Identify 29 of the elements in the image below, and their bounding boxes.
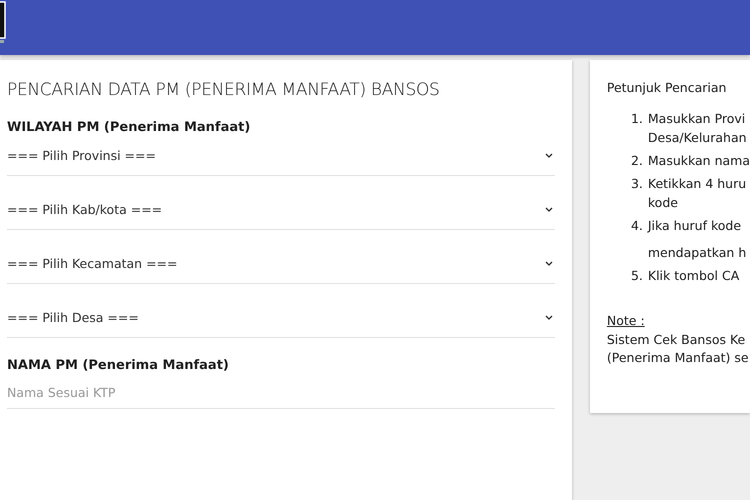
region-select[interactable]: === Pilih Kecamatan === (7, 243, 555, 284)
step-text: Masukkan Provi (648, 111, 746, 126)
step-text: Ketikkan 4 huru (648, 176, 746, 191)
step-text: Masukkan nama (648, 153, 750, 168)
note-text: (Penerima Manfaat) se (606, 350, 750, 365)
note-label: Note : (606, 313, 645, 328)
name-label: NAMA PM (Penerima Manfaat) (7, 358, 230, 373)
page-title: PENCARIAN DATA PM (PENERIMA MANFAAT) BANSOS (7, 80, 441, 100)
chevron-icon (544, 314, 553, 320)
step-text: Klik tombol CA (648, 268, 740, 283)
region-select[interactable]: === Pilih Kab/kota === (7, 189, 555, 230)
step-number: 1. (630, 111, 643, 128)
chevron-icon (544, 260, 553, 266)
region-select[interactable]: === Pilih Provinsi === (7, 135, 555, 176)
chevron-icon (544, 152, 553, 158)
step-number: 3. (630, 176, 643, 193)
step-number: 4. (630, 218, 643, 235)
note-text: Sistem Cek Bansos Ke (606, 332, 746, 347)
step-text: Desa/Kelurahan (648, 130, 747, 145)
chevron-icon (544, 206, 553, 212)
region-select[interactable]: === Pilih Desa === (7, 297, 555, 338)
guide-title: Petunjuk Pencarian (606, 80, 728, 95)
step-number: 2. (630, 153, 643, 168)
step-text: Jika huruf kode (648, 218, 742, 233)
region-label: WILAYAH PM (Penerima Manfaat) (7, 120, 252, 135)
step-text: mendapatkan h (648, 245, 746, 260)
step-number: 5. (630, 268, 643, 283)
step-text: kode (648, 195, 679, 210)
logo-icon[interactable] (0, 0, 6, 44)
